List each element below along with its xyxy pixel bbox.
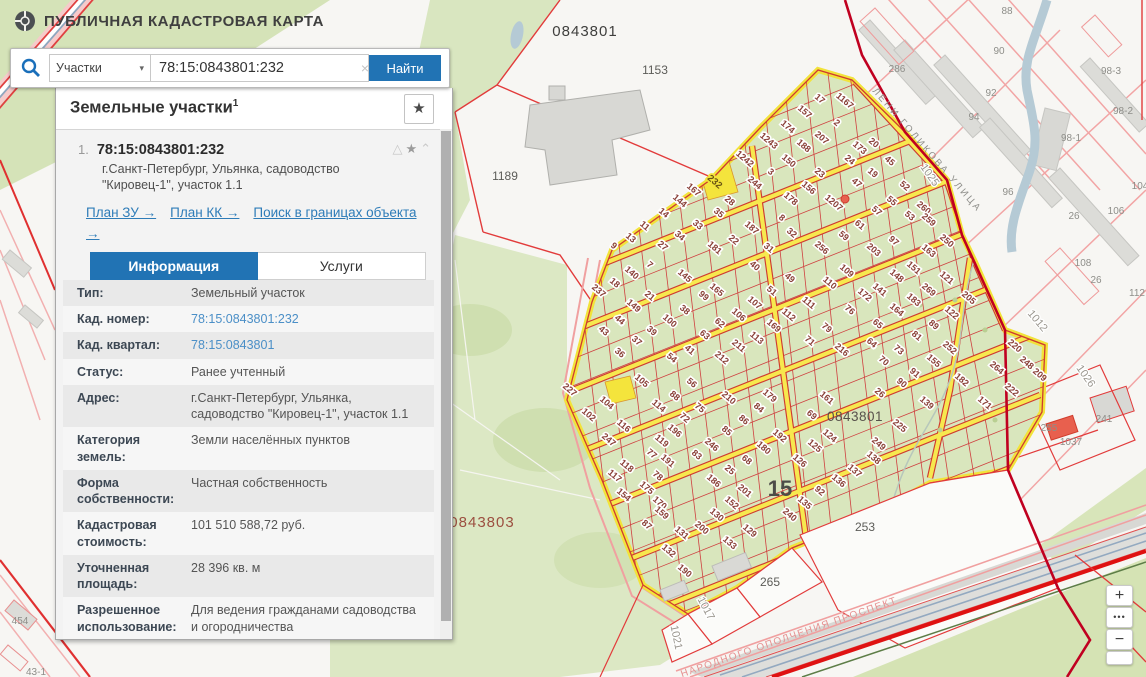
result-address: г.Санкт-Петербург, Ульянка, садоводство … <box>102 162 436 193</box>
table-row: Уточненная площадь:28 396 кв. м <box>63 555 434 598</box>
zoom-more-button[interactable]: ••• <box>1106 607 1133 628</box>
result-links: План ЗУ →План КК →Поиск в границах объек… <box>86 203 426 244</box>
table-row: Разрешенное использование:Для ведения гр… <box>63 597 434 640</box>
table-row: Кад. номер:78:15:0843801:232 <box>63 306 434 332</box>
map-label: 92 <box>985 88 997 99</box>
table-row: Тип:Земельный участок <box>63 280 434 306</box>
panel-title: Земельные участки1 <box>70 98 238 118</box>
search-icon[interactable] <box>19 56 43 80</box>
result-cad-number: 78:15:0843801:232 <box>97 142 224 158</box>
cad-quarter-link[interactable]: 78:15:0843801 <box>191 337 434 353</box>
app-title: ПУБЛИЧНАЯ КАДАСТРОВАЯ КАРТА <box>44 13 324 30</box>
find-button[interactable]: Найти <box>369 55 441 81</box>
plan-zu-link[interactable]: План ЗУ → <box>86 205 156 220</box>
tab-services[interactable]: Услуги <box>258 252 427 280</box>
map-label: 104 <box>1132 181 1146 192</box>
app-header: ПУБЛИЧНАЯ КАДАСТРОВАЯ КАРТА <box>14 10 324 32</box>
table-row: Адрес:г.Санкт-Петербург, Ульянка, садово… <box>63 385 434 428</box>
table-row: Статус:Ранее учтенный <box>63 359 434 385</box>
map-label: 96 <box>1002 187 1014 198</box>
result-item: 1. 78:15:0843801:232 △★⌃ г.Санкт-Петербур… <box>56 129 440 280</box>
map-label: 1153 <box>642 63 668 77</box>
map-label: 265 <box>760 575 780 589</box>
map-label: 1012 <box>1025 308 1050 334</box>
zoom-in-button[interactable]: + <box>1106 585 1133 606</box>
pkk-logo-icon <box>14 10 36 32</box>
panel-header: Земельные участки1 ★ <box>56 88 452 130</box>
pkk-app: { "app": { "title": "ПУБЛИЧНАЯ КАДАСТРОВ… <box>0 0 1146 677</box>
map-label: 90 <box>993 46 1005 57</box>
clear-search-icon[interactable]: × <box>361 60 369 76</box>
map-label: 1189 <box>492 169 518 183</box>
map-label: 94 <box>968 112 980 123</box>
panel-body: 1. 78:15:0843801:232 △★⌃ г.Санкт-Петербур… <box>56 129 440 639</box>
map-label: 108 <box>1075 258 1092 269</box>
scrollbar-thumb[interactable] <box>441 131 451 621</box>
map-label: 255 <box>1041 423 1058 434</box>
panel-title-sup: 1 <box>233 98 239 109</box>
panel-scrollbar[interactable] <box>440 129 452 639</box>
map-label: 98-1 <box>1061 133 1081 144</box>
map-label: 15 <box>768 476 792 501</box>
map-label: 43-1 <box>26 667 46 677</box>
search-category-dropdown[interactable]: Участки ▾ <box>49 54 151 82</box>
map-label: 112 <box>1129 288 1145 299</box>
map-label: 26 <box>1068 211 1080 222</box>
star-icon: ★ <box>412 100 425 117</box>
map-label: 253 <box>855 520 875 534</box>
map-label: 1037 <box>1060 437 1083 448</box>
map-label: 0843801 <box>552 23 617 40</box>
cad-number-link[interactable]: 78:15:0843801:232 <box>191 311 434 327</box>
search-input[interactable] <box>151 54 369 82</box>
table-row: Форма собственности:Частная собственност… <box>63 470 434 513</box>
favorites-button[interactable]: ★ <box>404 94 434 124</box>
map-label: 26 <box>1090 275 1102 286</box>
tab-information[interactable]: Информация <box>90 252 258 280</box>
collapse-icon[interactable]: ⌃ <box>420 141 434 156</box>
result-index: 1. <box>78 142 89 157</box>
star-icon[interactable]: ★ <box>405 141 420 156</box>
tabs: Информация Услуги <box>90 252 426 280</box>
table-row: Кадастровая стоимость:101 510 588,72 руб… <box>63 512 434 555</box>
table-row: Категория земель:Земли населённых пункто… <box>63 427 434 470</box>
chevron-down-icon: ▾ <box>139 63 144 74</box>
map-label: 454 <box>12 616 29 627</box>
zoom-out-button[interactable]: − <box>1106 629 1133 650</box>
map-zoom-controls: + ••• − <box>1106 585 1133 666</box>
warning-icon[interactable]: △ <box>392 141 405 156</box>
search-category-label: Участки <box>56 61 102 75</box>
map-label: 0843801 <box>827 409 883 424</box>
info-table: Тип:Земельный участок Кад. номер:78:15:0… <box>63 280 434 640</box>
map-label: 98-3 <box>1101 66 1121 77</box>
map-label: 286 <box>889 64 906 75</box>
map-label: 0843803 <box>449 514 514 531</box>
search-bar: Участки ▾ × Найти <box>10 48 450 88</box>
map-label: 106 <box>1108 206 1125 217</box>
extra-map-button[interactable] <box>1106 651 1133 665</box>
map-label: 98-2 <box>1113 106 1133 117</box>
result-icons: △★⌃ <box>392 141 434 157</box>
table-row: Кад. квартал:78:15:0843801 <box>63 332 434 358</box>
plan-kk-link[interactable]: План КК → <box>170 205 239 220</box>
results-panel: Земельные участки1 ★ 1. 78:15:0843801:232… <box>55 88 453 640</box>
map-label: 88 <box>1001 6 1013 17</box>
map-label: 241 <box>1096 414 1113 425</box>
